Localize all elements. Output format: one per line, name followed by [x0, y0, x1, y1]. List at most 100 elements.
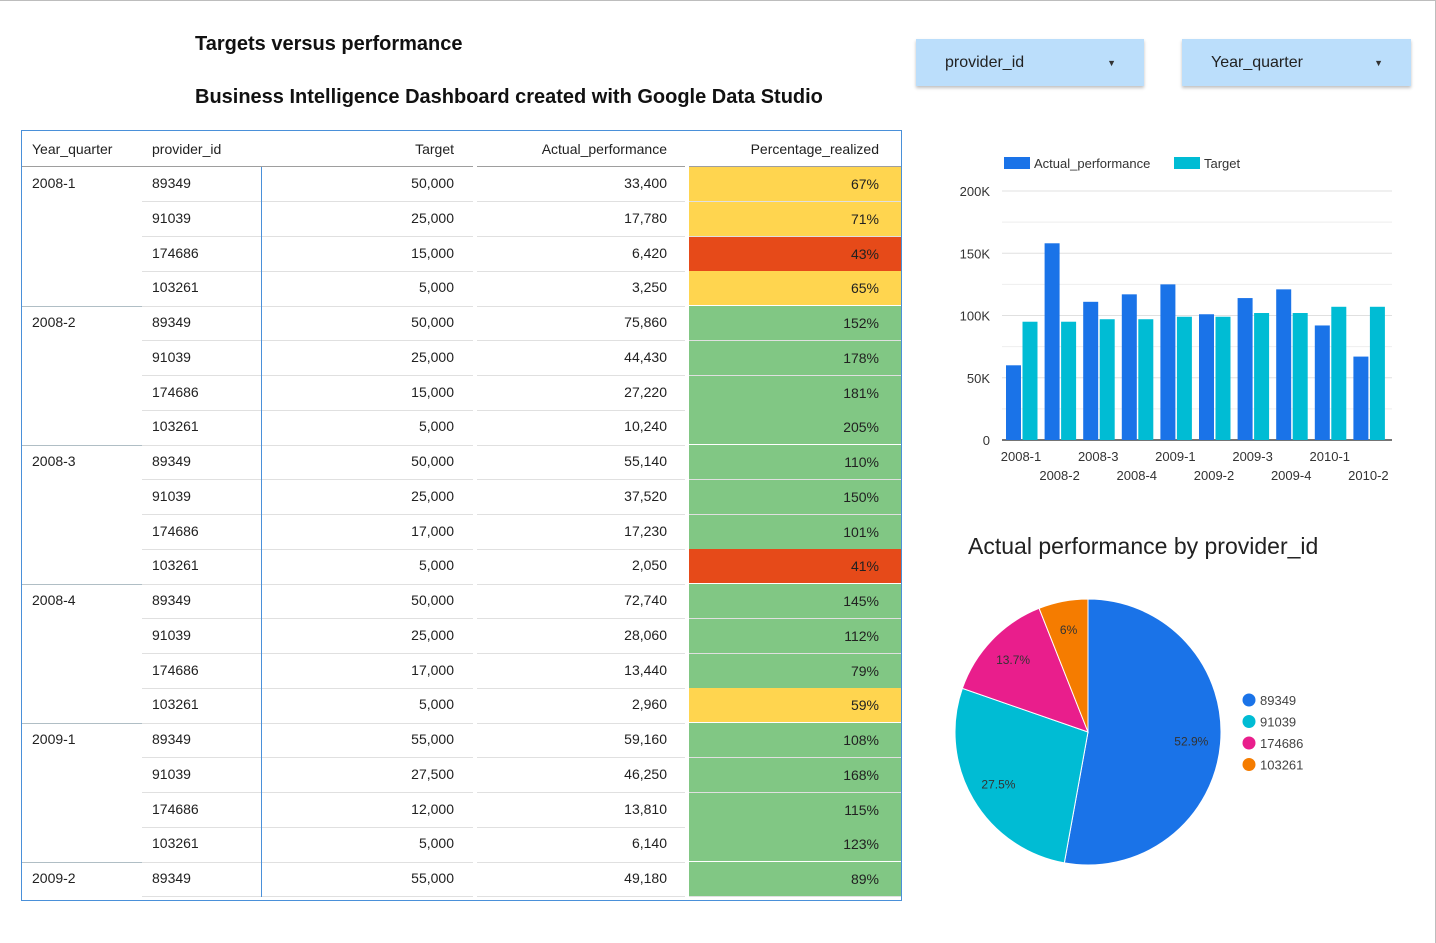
actual-cell: 72,740 — [624, 592, 667, 608]
table-row[interactable]: 91039 25,000 28,060 112% — [22, 618, 901, 654]
bar-target — [1022, 321, 1038, 440]
percentage-cell: 145% — [689, 584, 901, 618]
col-header-year-quarter[interactable]: Year_quarter — [32, 141, 112, 157]
actual-cell: 37,520 — [624, 487, 667, 504]
provider-cell: 174686 — [152, 522, 199, 539]
bar-actual-performance — [1083, 301, 1099, 440]
provider-cell: 89349 — [152, 453, 191, 469]
table-row[interactable]: 103261 5,000 3,250 65% — [22, 271, 901, 306]
legend-label: Actual_performance — [1034, 156, 1150, 171]
percentage-cell: 65% — [689, 271, 901, 306]
target-cell: 5,000 — [418, 418, 454, 435]
year-quarter-filter[interactable]: Year_quarter ▼ — [1182, 39, 1411, 86]
target-cell: 55,000 — [411, 870, 454, 886]
target-cell: 25,000 — [411, 348, 454, 365]
col-header-percentage-realized[interactable]: Percentage_realized — [751, 141, 879, 157]
target-cell: 5,000 — [418, 279, 454, 296]
provider-cell: 91039 — [152, 765, 191, 782]
percentage-cell: 101% — [689, 514, 901, 549]
table-row[interactable]: 174686 15,000 27,220 181% — [22, 375, 901, 411]
y-tick-label: 0 — [983, 433, 990, 448]
column-divider — [261, 862, 262, 897]
percentage-cell: 123% — [689, 827, 901, 862]
table-row[interactable]: 91039 25,000 17,780 71% — [22, 201, 901, 237]
table-row[interactable]: 2008-3 89349 50,000 55,140 110% — [22, 445, 901, 480]
target-cell: 17,000 — [411, 522, 454, 539]
percentage-cell: 43% — [689, 236, 901, 271]
actual-cell: 2,960 — [631, 696, 667, 713]
percentage-cell: 115% — [689, 792, 901, 827]
target-cell: 55,000 — [411, 731, 454, 747]
target-cell: 5,000 — [418, 835, 454, 852]
table-row[interactable]: 2008-1 89349 50,000 33,400 67% — [22, 167, 901, 202]
col-header-provider-id[interactable]: provider_id — [152, 141, 221, 157]
column-divider — [261, 723, 262, 862]
provider-cell: 174686 — [152, 661, 199, 678]
quarter-cell: 2008-1 — [32, 175, 76, 191]
y-tick-label: 200K — [960, 184, 991, 199]
table-row[interactable]: 103261 5,000 10,240 205% — [22, 410, 901, 445]
target-cell: 25,000 — [411, 209, 454, 226]
table-row[interactable]: 2009-1 89349 55,000 59,160 108% — [22, 723, 901, 758]
y-tick-label: 150K — [960, 246, 991, 261]
provider-cell: 174686 — [152, 383, 199, 400]
bar-target — [1331, 306, 1347, 440]
quarter-cell: 2008-3 — [32, 453, 76, 469]
percentage-cell: 181% — [689, 375, 901, 410]
provider-cell: 91039 — [152, 626, 191, 643]
x-tick-label: 2009-4 — [1271, 468, 1311, 483]
target-cell: 50,000 — [411, 453, 454, 469]
bar-actual-performance — [1237, 298, 1253, 440]
percentage-cell: 59% — [689, 688, 901, 723]
percentage-cell: 205% — [689, 410, 901, 445]
table-row[interactable]: 103261 5,000 2,960 59% — [22, 688, 901, 723]
actual-cell: 55,140 — [624, 453, 667, 469]
actual-cell: 59,160 — [624, 731, 667, 747]
target-cell: 15,000 — [411, 383, 454, 400]
column-divider — [261, 306, 262, 445]
actual-cell: 2,050 — [631, 557, 667, 574]
legend-label: 89349 — [1260, 693, 1296, 708]
table-row[interactable]: 174686 12,000 13,810 115% — [22, 792, 901, 828]
col-header-target[interactable]: Target — [415, 141, 454, 157]
provider-cell: 89349 — [152, 870, 191, 886]
table-row[interactable]: 2009-2 89349 55,000 49,180 89% — [22, 862, 901, 897]
table-row[interactable]: 91039 27,500 46,250 168% — [22, 757, 901, 793]
table-row[interactable]: 103261 5,000 2,050 41% — [22, 549, 901, 584]
legend-label: Target — [1204, 156, 1241, 171]
y-tick-label: 100K — [960, 309, 991, 324]
column-divider — [261, 167, 262, 306]
percentage-cell: 41% — [689, 549, 901, 584]
table-row[interactable]: 2008-2 89349 50,000 75,860 152% — [22, 306, 901, 341]
bar-actual-performance — [1006, 365, 1021, 440]
legend-label: 103261 — [1260, 758, 1303, 773]
table-row[interactable]: 91039 25,000 44,430 178% — [22, 340, 901, 376]
target-cell: 15,000 — [411, 244, 454, 261]
provider-id-filter[interactable]: provider_id ▼ — [916, 39, 1144, 86]
percentage-cell: 67% — [689, 167, 901, 201]
table-row[interactable]: 174686 17,000 17,230 101% — [22, 514, 901, 550]
row-divider — [689, 896, 901, 898]
row-divider — [142, 896, 473, 898]
bar-chart: Actual_performance Target 0 50K 100K 150K 200K… — [960, 156, 1392, 483]
target-cell: 17,000 — [411, 661, 454, 678]
actual-cell: 3,250 — [631, 279, 667, 296]
table-row[interactable]: 174686 17,000 13,440 79% — [22, 653, 901, 689]
target-cell: 27,500 — [411, 765, 454, 782]
col-header-actual-performance[interactable]: Actual_performance — [542, 141, 667, 157]
table-row[interactable]: 2008-4 89349 50,000 72,740 145% — [22, 584, 901, 619]
target-cell: 25,000 — [411, 626, 454, 643]
table-row[interactable]: 103261 5,000 6,140 123% — [22, 827, 901, 862]
performance-table[interactable]: Year_quarter provider_id Target Actual_p… — [21, 130, 902, 901]
actual-cell: 44,430 — [624, 348, 667, 365]
percentage-cell: 71% — [689, 201, 901, 236]
table-row[interactable]: 174686 15,000 6,420 43% — [22, 236, 901, 272]
target-cell: 5,000 — [418, 557, 454, 574]
bar-target — [1099, 319, 1115, 440]
quarter-cell: 2008-4 — [32, 592, 76, 608]
bar-actual-performance — [1160, 284, 1176, 440]
legend-swatch — [1174, 157, 1200, 169]
x-tick-label: 2008-4 — [1117, 468, 1157, 483]
legend-dot — [1242, 736, 1256, 750]
table-row[interactable]: 91039 25,000 37,520 150% — [22, 479, 901, 515]
